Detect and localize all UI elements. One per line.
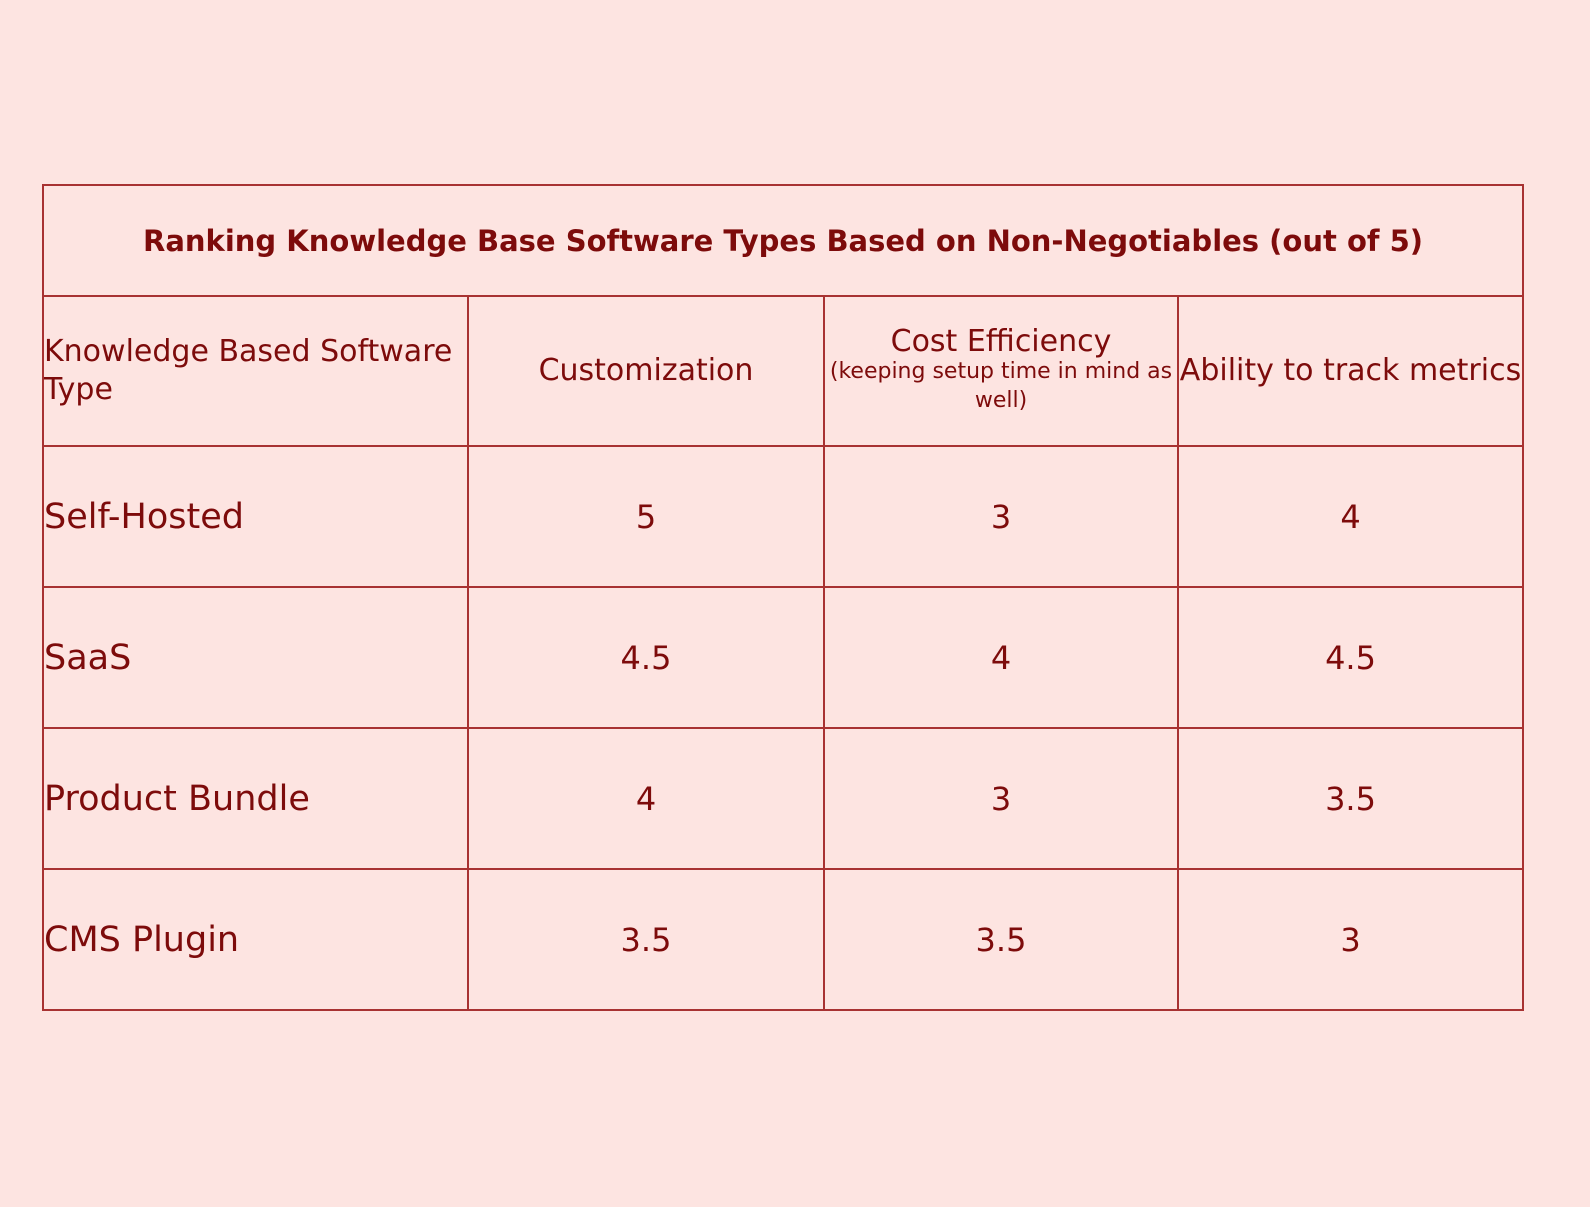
- table-title: Ranking Knowledge Base Software Types Ba…: [41, 184, 1525, 297]
- score-cell: 4: [1176, 445, 1525, 588]
- table-row: CMS Plugin 3.5 3.5 3: [42, 868, 1525, 1011]
- score-cell: 4: [823, 586, 1179, 729]
- header-row: Knowledge Based Software Type Customizat…: [42, 295, 1525, 447]
- header-cost-efficiency: Cost Efficiency (keeping setup time in m…: [823, 295, 1179, 447]
- header-cost-efficiency-sublabel: (keeping setup time in mind as well): [829, 359, 1173, 413]
- row-label: SaaS: [42, 586, 469, 729]
- score-cell: 4.5: [467, 586, 825, 729]
- row-label: CMS Plugin: [42, 868, 469, 1011]
- table-row: SaaS 4.5 4 4.5: [42, 586, 1525, 729]
- score-cell: 5: [467, 445, 825, 588]
- table-row: Self-Hosted 5 3 4: [42, 445, 1525, 588]
- table-row: Product Bundle 4 3 3.5: [42, 727, 1525, 870]
- ranking-table: Ranking Knowledge Base Software Types Ba…: [41, 184, 1525, 1011]
- header-software-type: Knowledge Based Software Type: [42, 295, 469, 447]
- row-label: Product Bundle: [42, 727, 469, 870]
- score-cell: 3.5: [467, 868, 825, 1011]
- row-label: Self-Hosted: [42, 445, 469, 588]
- header-track-metrics: Ability to track metrics: [1176, 295, 1525, 447]
- score-cell: 3.5: [823, 868, 1179, 1011]
- score-cell: 3.5: [1176, 727, 1525, 870]
- score-cell: 4.5: [1176, 586, 1525, 729]
- score-cell: 3: [1176, 868, 1525, 1011]
- score-cell: 4: [467, 727, 825, 870]
- score-cell: 3: [823, 727, 1179, 870]
- header-customization: Customization: [467, 295, 825, 447]
- score-cell: 3: [823, 445, 1179, 588]
- header-cost-efficiency-label: Cost Efficiency: [890, 324, 1112, 359]
